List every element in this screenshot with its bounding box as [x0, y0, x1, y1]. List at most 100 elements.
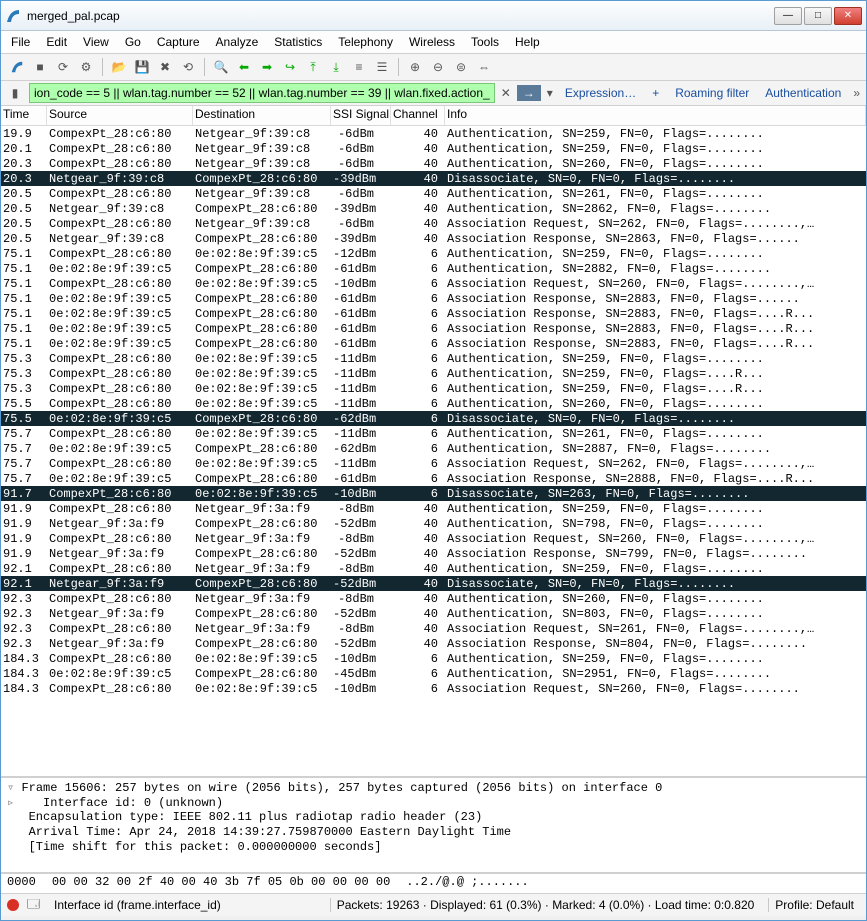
close-file-icon[interactable]: ✖: [155, 57, 175, 77]
menu-tools[interactable]: Tools: [471, 35, 499, 49]
capture-file-icon[interactable]: 🗔: [27, 895, 40, 916]
packet-row[interactable]: 75.10e:02:8e:9f:39:c5CompexPt_28:c6:80-6…: [1, 291, 866, 306]
packet-row[interactable]: 75.1CompexPt_28:c6:800e:02:8e:9f:39:c5-1…: [1, 276, 866, 291]
menu-edit[interactable]: Edit: [46, 35, 67, 49]
menu-view[interactable]: View: [83, 35, 109, 49]
resize-columns-icon[interactable]: ⇔: [474, 57, 494, 77]
bookmark-filter-icon[interactable]: ▮: [5, 83, 25, 103]
go-last-icon[interactable]: ⤓: [326, 57, 346, 77]
packet-row[interactable]: 92.3Netgear_9f:3a:f9CompexPt_28:c6:80-52…: [1, 636, 866, 651]
packet-row[interactable]: 91.9CompexPt_28:c6:80Netgear_9f:3a:f9-8d…: [1, 501, 866, 516]
packet-row[interactable]: 75.50e:02:8e:9f:39:c5CompexPt_28:c6:80-6…: [1, 411, 866, 426]
packet-row[interactable]: 75.7CompexPt_28:c6:800e:02:8e:9f:39:c5-1…: [1, 426, 866, 441]
menu-telephony[interactable]: Telephony: [338, 35, 393, 49]
more-filters-icon[interactable]: »: [851, 86, 862, 100]
menu-help[interactable]: Help: [515, 35, 540, 49]
go-first-icon[interactable]: ⤒: [303, 57, 323, 77]
packet-row[interactable]: 184.3CompexPt_28:c6:800e:02:8e:9f:39:c5-…: [1, 651, 866, 666]
packet-row[interactable]: 92.3CompexPt_28:c6:80Netgear_9f:3a:f9-8d…: [1, 621, 866, 636]
packet-row[interactable]: 75.10e:02:8e:9f:39:c5CompexPt_28:c6:80-6…: [1, 336, 866, 351]
maximize-button[interactable]: □: [804, 7, 832, 25]
packet-list-scroll[interactable]: 19.9CompexPt_28:c6:80Netgear_9f:39:c8-6d…: [1, 126, 866, 778]
restart-capture-icon[interactable]: ⟳: [53, 57, 73, 77]
packet-row[interactable]: 20.5CompexPt_28:c6:80Netgear_9f:39:c8-6d…: [1, 186, 866, 201]
stop-icon[interactable]: ■: [30, 57, 50, 77]
packet-list-header[interactable]: Time Source Destination SSI Signal Chann…: [1, 106, 866, 126]
display-filter-input[interactable]: [29, 83, 495, 103]
packet-row[interactable]: 20.5Netgear_9f:39:c8CompexPt_28:c6:80-39…: [1, 201, 866, 216]
packet-row[interactable]: 75.10e:02:8e:9f:39:c5CompexPt_28:c6:80-6…: [1, 321, 866, 336]
packet-row[interactable]: 91.7CompexPt_28:c6:800e:02:8e:9f:39:c5-1…: [1, 486, 866, 501]
packet-row[interactable]: 91.9CompexPt_28:c6:80Netgear_9f:3a:f9-8d…: [1, 531, 866, 546]
packet-row[interactable]: 75.10e:02:8e:9f:39:c5CompexPt_28:c6:80-6…: [1, 261, 866, 276]
packet-row[interactable]: 75.5CompexPt_28:c6:800e:02:8e:9f:39:c5-1…: [1, 396, 866, 411]
close-button[interactable]: ✕: [834, 7, 862, 25]
packet-row[interactable]: 20.3CompexPt_28:c6:80Netgear_9f:39:c8-6d…: [1, 156, 866, 171]
column-channel[interactable]: Channel: [391, 106, 445, 125]
open-file-icon[interactable]: 📂: [109, 57, 129, 77]
packet-row[interactable]: 91.9Netgear_9f:3a:f9CompexPt_28:c6:80-52…: [1, 516, 866, 531]
packet-row[interactable]: 75.3CompexPt_28:c6:800e:02:8e:9f:39:c5-1…: [1, 381, 866, 396]
packet-row[interactable]: 75.70e:02:8e:9f:39:c5CompexPt_28:c6:80-6…: [1, 471, 866, 486]
zoom-reset-icon[interactable]: ⊜: [451, 57, 471, 77]
menu-analyze[interactable]: Analyze: [216, 35, 259, 49]
packet-bytes-pane[interactable]: 0000 00 00 32 00 2f 40 00 40 3b 7f 05 0b…: [1, 874, 866, 894]
packet-row[interactable]: 20.1CompexPt_28:c6:80Netgear_9f:39:c8-6d…: [1, 141, 866, 156]
zoom-out-icon[interactable]: ⊖: [428, 57, 448, 77]
colorize-icon[interactable]: ☰: [372, 57, 392, 77]
column-time[interactable]: Time: [1, 106, 47, 125]
packet-row[interactable]: 75.70e:02:8e:9f:39:c5CompexPt_28:c6:80-6…: [1, 441, 866, 456]
tree-item[interactable]: [Time shift for this packet: 0.000000000…: [7, 840, 860, 855]
find-icon[interactable]: 🔍: [211, 57, 231, 77]
packet-row[interactable]: 91.9Netgear_9f:3a:f9CompexPt_28:c6:80-52…: [1, 546, 866, 561]
tree-item[interactable]: Arrival Time: Apr 24, 2018 14:39:27.7598…: [7, 825, 860, 840]
clear-filter-icon[interactable]: ✕: [499, 86, 513, 100]
packet-row[interactable]: 92.3Netgear_9f:3a:f9CompexPt_28:c6:80-52…: [1, 606, 866, 621]
packet-details-pane[interactable]: Frame 15606: 257 bytes on wire (2056 bit…: [1, 778, 866, 874]
packet-row[interactable]: 184.3CompexPt_28:c6:800e:02:8e:9f:39:c5-…: [1, 681, 866, 696]
roaming-filter-button[interactable]: Roaming filter: [669, 86, 755, 100]
go-forward-icon[interactable]: ➡: [257, 57, 277, 77]
titlebar[interactable]: merged_pal.pcap — □ ✕: [1, 1, 866, 31]
menu-go[interactable]: Go: [125, 35, 141, 49]
minimize-button[interactable]: —: [774, 7, 802, 25]
column-info[interactable]: Info: [445, 106, 866, 125]
menu-capture[interactable]: Capture: [157, 35, 200, 49]
status-profile[interactable]: Profile: Default: [768, 898, 860, 912]
reload-icon[interactable]: ⟲: [178, 57, 198, 77]
column-destination[interactable]: Destination: [193, 106, 331, 125]
tree-item[interactable]: Encapsulation type: IEEE 802.11 plus rad…: [7, 810, 860, 825]
go-back-icon[interactable]: ⬅: [234, 57, 254, 77]
column-ssi-signal[interactable]: SSI Signal: [331, 106, 391, 125]
save-icon[interactable]: 💾: [132, 57, 152, 77]
tree-item[interactable]: Frame 15606: 257 bytes on wire (2056 bit…: [7, 780, 860, 795]
add-filter-button[interactable]: +: [646, 86, 665, 100]
tree-item[interactable]: Interface id: 0 (unknown): [7, 795, 860, 810]
packet-row[interactable]: 75.10e:02:8e:9f:39:c5CompexPt_28:c6:80-6…: [1, 306, 866, 321]
zoom-in-icon[interactable]: ⊕: [405, 57, 425, 77]
packet-row[interactable]: 19.9CompexPt_28:c6:80Netgear_9f:39:c8-6d…: [1, 126, 866, 141]
packet-row[interactable]: 75.1CompexPt_28:c6:800e:02:8e:9f:39:c5-1…: [1, 246, 866, 261]
packet-row[interactable]: 92.1Netgear_9f:3a:f9CompexPt_28:c6:80-52…: [1, 576, 866, 591]
expression-button[interactable]: Expression…: [559, 86, 642, 100]
packet-row[interactable]: 75.3CompexPt_28:c6:800e:02:8e:9f:39:c5-1…: [1, 351, 866, 366]
apply-filter-icon[interactable]: →: [517, 85, 541, 101]
packet-row[interactable]: 20.3Netgear_9f:39:c8CompexPt_28:c6:80-39…: [1, 171, 866, 186]
menu-file[interactable]: File: [11, 35, 30, 49]
menu-statistics[interactable]: Statistics: [274, 35, 322, 49]
packet-row[interactable]: 92.3CompexPt_28:c6:80Netgear_9f:3a:f9-8d…: [1, 591, 866, 606]
column-source[interactable]: Source: [47, 106, 193, 125]
packet-row[interactable]: 75.3CompexPt_28:c6:800e:02:8e:9f:39:c5-1…: [1, 366, 866, 381]
expert-info-icon[interactable]: [7, 899, 19, 911]
capture-options-icon[interactable]: ⚙: [76, 57, 96, 77]
packet-row[interactable]: 75.7CompexPt_28:c6:800e:02:8e:9f:39:c5-1…: [1, 456, 866, 471]
packet-row[interactable]: 92.1CompexPt_28:c6:80Netgear_9f:3a:f9-8d…: [1, 561, 866, 576]
packet-row[interactable]: 20.5Netgear_9f:39:c8CompexPt_28:c6:80-39…: [1, 231, 866, 246]
packet-row[interactable]: 20.5CompexPt_28:c6:80Netgear_9f:39:c8-6d…: [1, 216, 866, 231]
jump-to-icon[interactable]: ↪: [280, 57, 300, 77]
auto-scroll-icon[interactable]: ≡: [349, 57, 369, 77]
filter-dropdown-icon[interactable]: ▾: [545, 86, 555, 100]
menu-wireless[interactable]: Wireless: [409, 35, 455, 49]
packet-row[interactable]: 184.30e:02:8e:9f:39:c5CompexPt_28:c6:80-…: [1, 666, 866, 681]
authentication-filter-button[interactable]: Authentication: [759, 86, 847, 100]
